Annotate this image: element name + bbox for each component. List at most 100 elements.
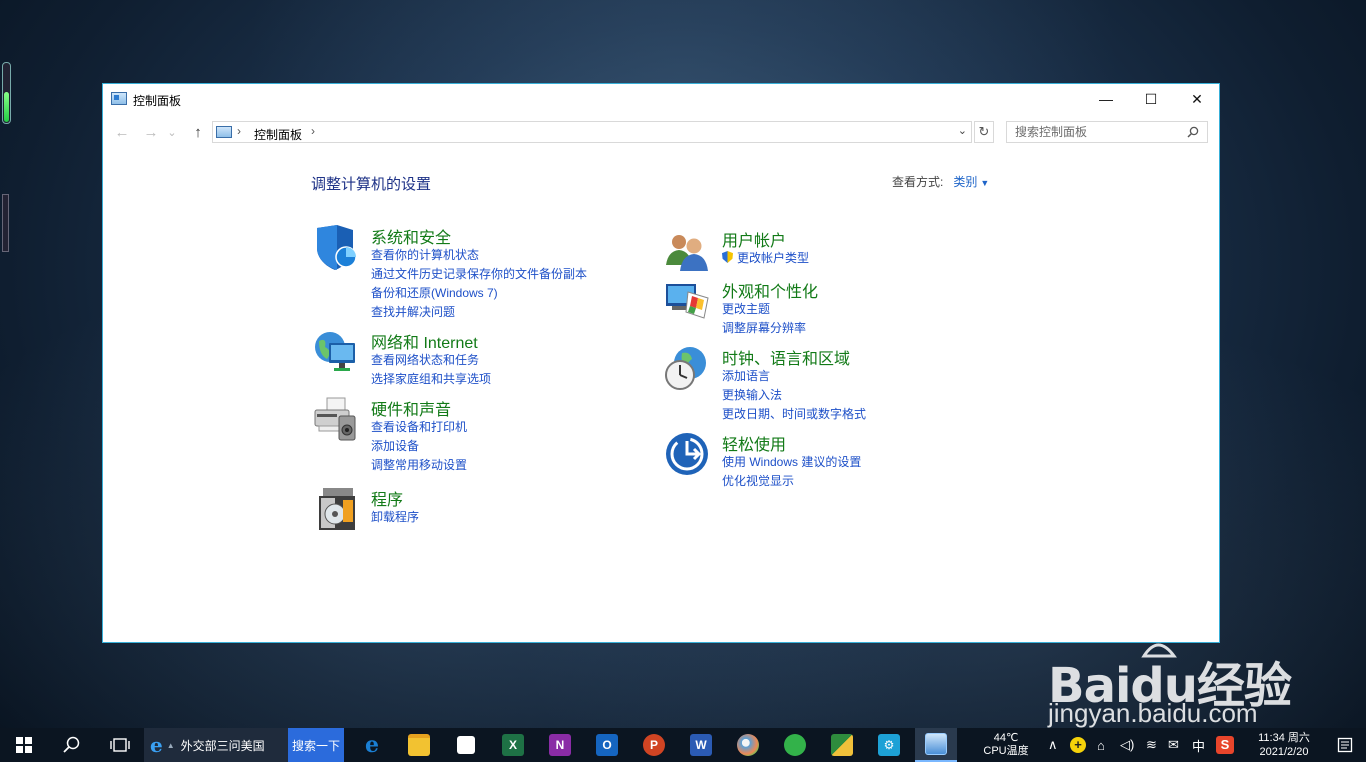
clock-time: 11:34 周六 bbox=[1258, 732, 1310, 744]
control-panel-icon bbox=[925, 733, 947, 755]
link-change-account-type[interactable]: 更改帐户类型 bbox=[722, 249, 809, 268]
close-button[interactable]: ✕ bbox=[1174, 84, 1220, 114]
taskbar-app-paint[interactable] bbox=[727, 728, 769, 762]
appearance-icon[interactable] bbox=[664, 278, 710, 324]
clock-date: 2021/2/20 bbox=[1259, 746, 1309, 758]
baidu-jingyan-watermark: Baidu经验 jingyan.baidu.com bbox=[1048, 612, 1298, 728]
search-button[interactable] bbox=[54, 728, 90, 762]
tray-device-icon[interactable]: ⌂ bbox=[1097, 728, 1105, 762]
category-title[interactable]: 外观和个性化 bbox=[722, 278, 818, 302]
view-by: 查看方式: 类别 ▼ bbox=[892, 173, 989, 190]
start-button[interactable] bbox=[0, 728, 48, 762]
link-view-computer-status[interactable]: 查看你的计算机状态 bbox=[371, 246, 587, 265]
ie-icon: e bbox=[150, 733, 163, 757]
link-devices-printers[interactable]: 查看设备和打印机 bbox=[371, 418, 467, 437]
taskbar-app-360[interactable] bbox=[774, 728, 816, 762]
link-add-device[interactable]: 添加设备 bbox=[371, 437, 467, 456]
windows-logo-icon bbox=[16, 737, 32, 753]
link-mobility-settings[interactable]: 调整常用移动设置 bbox=[371, 456, 467, 475]
edge-icon: e bbox=[365, 732, 379, 758]
breadcrumb-control-panel[interactable]: 控制面板 bbox=[254, 126, 302, 143]
link-date-time-format[interactable]: 更改日期、时间或数字格式 bbox=[722, 405, 866, 424]
category-title[interactable]: 硬件和声音 bbox=[371, 396, 451, 420]
link-change-input-method[interactable]: 更换输入法 bbox=[722, 386, 866, 405]
category-title[interactable]: 用户帐户 bbox=[722, 227, 786, 251]
maximize-button[interactable]: ☐ bbox=[1128, 84, 1174, 114]
tray-overflow-icon[interactable]: ∧ bbox=[1048, 728, 1058, 762]
link-change-theme[interactable]: 更改主题 bbox=[722, 300, 806, 319]
taskbar-app-project[interactable] bbox=[821, 728, 863, 762]
view-by-dropdown[interactable]: 类别 bbox=[953, 175, 977, 189]
chevron-down-icon[interactable]: ⌄ bbox=[958, 124, 967, 137]
link-recommended-settings[interactable]: 使用 Windows 建议的设置 bbox=[722, 453, 861, 472]
search-icon[interactable] bbox=[1187, 126, 1199, 138]
ie-search-text: 外交部三问美国 bbox=[180, 738, 265, 753]
link-backup-restore[interactable]: 备份和还原(Windows 7) bbox=[371, 284, 587, 303]
up-button[interactable]: ↑ bbox=[187, 120, 209, 144]
refresh-button[interactable]: ↻ bbox=[974, 121, 994, 143]
taskbar-app-explorer[interactable] bbox=[398, 728, 440, 762]
excel-icon: X bbox=[502, 734, 524, 756]
search-input[interactable] bbox=[1007, 122, 1182, 142]
network-icon[interactable] bbox=[313, 329, 359, 375]
programs-icon[interactable] bbox=[313, 486, 359, 532]
category-title[interactable]: 时钟、语言和区域 bbox=[722, 345, 850, 369]
link-add-language[interactable]: 添加语言 bbox=[722, 367, 866, 386]
ie-search-toolbar[interactable]: e ▲ 外交部三问美国 bbox=[144, 728, 288, 762]
temperature-value: 44℃ bbox=[993, 732, 1019, 744]
link-troubleshoot[interactable]: 查找并解决问题 bbox=[371, 303, 587, 322]
onenote-icon: N bbox=[549, 734, 571, 756]
taskbar-app-outlook[interactable]: O bbox=[586, 728, 628, 762]
link-uninstall-program[interactable]: 卸载程序 bbox=[371, 508, 419, 527]
clock-globe-icon[interactable] bbox=[664, 345, 710, 391]
control-panel-window: 控制面板 — ☐ ✕ ← → ⌄ ↑ › 控制面板 › ⌄ ↻ 调整计算机的设置… bbox=[102, 83, 1220, 643]
breadcrumb-separator-icon[interactable]: › bbox=[237, 124, 241, 138]
forward-button[interactable]: → bbox=[140, 120, 162, 144]
tray-plus-icon[interactable]: + bbox=[1070, 728, 1086, 762]
link-optimize-visual-display[interactable]: 优化视觉显示 bbox=[722, 472, 861, 491]
link-homegroup[interactable]: 选择家庭组和共享选项 bbox=[371, 370, 491, 389]
link-file-history[interactable]: 通过文件历史记录保存你的文件备份副本 bbox=[371, 265, 587, 284]
watermark-url: jingyan.baidu.com bbox=[1048, 698, 1258, 728]
users-icon[interactable] bbox=[664, 227, 710, 273]
link-network-status[interactable]: 查看网络状态和任务 bbox=[371, 351, 491, 370]
folder-icon bbox=[408, 734, 430, 756]
search-box[interactable] bbox=[1006, 121, 1208, 143]
system-clock[interactable]: 11:34 周六 2021/2/20 bbox=[1246, 728, 1322, 762]
category-title[interactable]: 程序 bbox=[371, 486, 403, 510]
wifi-icon[interactable]: ≋ bbox=[1146, 728, 1157, 762]
taskbar-app-excel[interactable]: X bbox=[492, 728, 534, 762]
task-view-button[interactable] bbox=[102, 728, 138, 762]
ime-indicator[interactable]: 中 bbox=[1192, 728, 1205, 762]
link-screen-resolution[interactable]: 调整屏幕分辨率 bbox=[722, 319, 806, 338]
taskbar-app-powerpoint[interactable]: P bbox=[633, 728, 675, 762]
shield-icon[interactable] bbox=[313, 224, 359, 270]
taskbar-app-edge[interactable]: e bbox=[351, 728, 393, 762]
category-title[interactable]: 网络和 Internet bbox=[371, 329, 478, 353]
breadcrumb-separator-icon[interactable]: › bbox=[311, 124, 315, 138]
caret-down-icon[interactable]: ▼ bbox=[980, 178, 989, 188]
sogou-icon[interactable]: S bbox=[1216, 728, 1234, 762]
360-icon bbox=[784, 734, 806, 756]
taskbar: e ▲ 外交部三问美国 搜索一下 e X N O P W ⚙ 44℃ CPU温度… bbox=[0, 728, 1366, 762]
minimize-button[interactable]: — bbox=[1083, 84, 1129, 114]
address-bar[interactable]: › 控制面板 › ⌄ bbox=[212, 121, 972, 143]
taskbar-app-onenote[interactable]: N bbox=[539, 728, 581, 762]
category-title[interactable]: 轻松使用 bbox=[722, 431, 786, 455]
volume-icon[interactable]: ◁) bbox=[1120, 728, 1134, 762]
taskbar-app-word[interactable]: W bbox=[680, 728, 722, 762]
ease-of-access-icon[interactable] bbox=[664, 431, 710, 477]
search-go-button[interactable]: 搜索一下 bbox=[288, 728, 344, 762]
category-title[interactable]: 系统和安全 bbox=[371, 224, 451, 248]
cpu-temperature-widget[interactable]: 44℃ CPU温度 bbox=[978, 728, 1034, 762]
taskbar-app-settings[interactable]: ⚙ bbox=[868, 728, 910, 762]
taskbar-app-store[interactable] bbox=[445, 728, 487, 762]
message-icon[interactable]: ✉ bbox=[1168, 728, 1179, 762]
printer-icon[interactable] bbox=[313, 396, 359, 442]
window-title: 控制面板 bbox=[133, 94, 182, 108]
taskbar-app-control-panel[interactable] bbox=[915, 728, 957, 762]
view-by-label: 查看方式: bbox=[892, 175, 944, 189]
recent-locations-button[interactable]: ⌄ bbox=[165, 120, 179, 144]
action-center-button[interactable] bbox=[1330, 728, 1360, 762]
back-button[interactable]: ← bbox=[111, 120, 133, 144]
